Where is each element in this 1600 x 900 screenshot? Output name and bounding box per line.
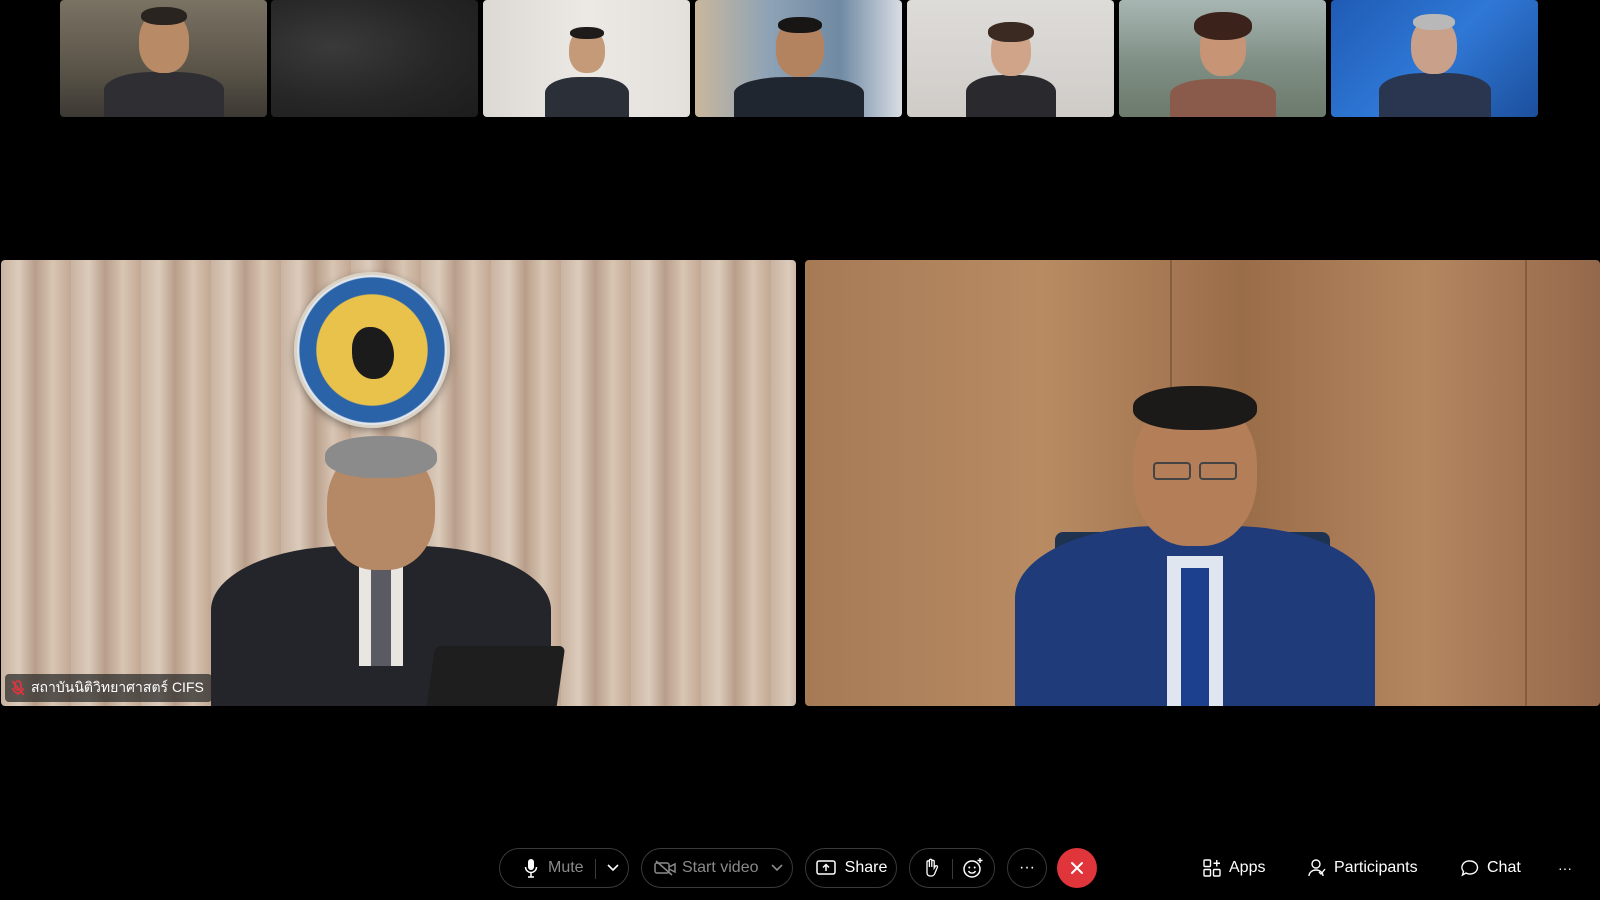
participant-name: สถาบันนิติวิทยาศาสตร์ CIFS [31, 679, 204, 695]
more-options-button[interactable]: ··· [1007, 848, 1047, 888]
more-label: ··· [1019, 859, 1035, 876]
close-icon [1069, 860, 1085, 876]
overflow-label: ··· [1558, 860, 1572, 876]
raise-hand-icon[interactable] [920, 857, 942, 879]
share-button[interactable]: Share [805, 848, 897, 888]
microphone-icon[interactable] [520, 857, 542, 879]
meeting-window: สถาบันนิติวิทยาศาสตร์ CIFS Mute Start vi… [0, 0, 1600, 900]
participant-thumbnail[interactable] [483, 0, 690, 117]
participants-icon [1308, 859, 1326, 877]
share-screen-icon [815, 857, 837, 879]
chat-button[interactable]: Chat [1461, 848, 1521, 888]
meeting-toolbar: Mute Start video Share ··· Apps Particip… [0, 848, 1600, 892]
participants-label: Participants [1334, 859, 1418, 876]
chat-label: Chat [1487, 859, 1521, 876]
participant-thumbnail[interactable] [695, 0, 902, 117]
participant-thumbnail[interactable] [60, 0, 267, 117]
chat-icon [1461, 859, 1479, 877]
start-video-button[interactable]: Start video [682, 859, 758, 877]
apps-button[interactable]: Apps [1203, 848, 1265, 888]
cifs-logo [294, 272, 450, 428]
video-off-icon[interactable] [654, 857, 676, 879]
participant-thumbnail[interactable] [271, 0, 478, 117]
reactions-button-group [909, 848, 995, 888]
start-video-button-group: Start video [641, 848, 793, 888]
participant-thumbnail[interactable] [1119, 0, 1326, 117]
share-label: Share [844, 859, 888, 876]
chevron-down-icon[interactable] [602, 857, 624, 879]
muted-mic-icon [11, 680, 25, 696]
apps-label: Apps [1229, 859, 1266, 876]
emoji-icon[interactable] [962, 857, 984, 879]
participant-name-tag: สถาบันนิติวิทยาศาสตร์ CIFS [5, 674, 212, 702]
mute-button[interactable]: Mute [548, 859, 598, 877]
end-call-button[interactable] [1057, 848, 1097, 888]
participant-thumbnail[interactable] [907, 0, 1114, 117]
apps-icon [1203, 859, 1221, 877]
main-video-tile-left[interactable]: สถาบันนิติวิทยาศาสตร์ CIFS [1, 260, 796, 706]
mute-button-group: Mute [499, 848, 629, 888]
chevron-down-icon[interactable] [766, 857, 788, 879]
participant-thumbnail-strip [60, 0, 1540, 118]
participant-thumbnail[interactable] [1331, 0, 1538, 117]
overflow-menu-button[interactable]: ··· [1558, 848, 1572, 888]
main-video-tile-right[interactable] [805, 260, 1600, 706]
participants-button[interactable]: Participants [1308, 848, 1418, 888]
